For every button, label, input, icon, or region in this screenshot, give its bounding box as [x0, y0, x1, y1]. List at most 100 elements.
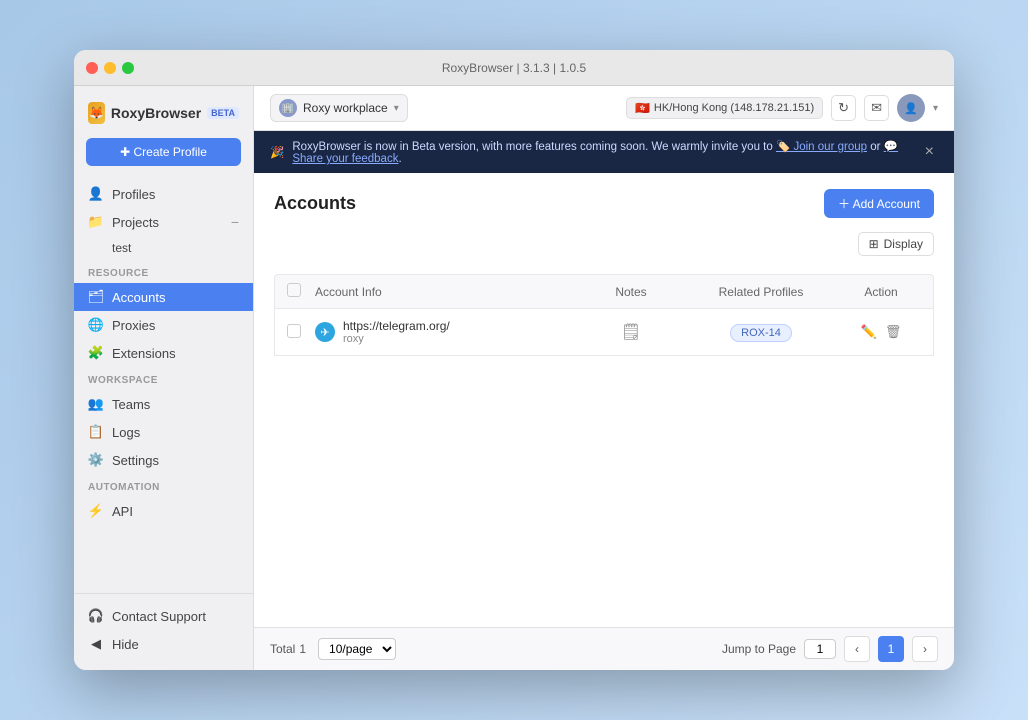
notification-banner: 🎉 RoxyBrowser is now in Beta version, wi… [254, 131, 954, 173]
account-actions: ✏️ 🗑 [841, 324, 921, 340]
sidebar-item-label-projects: Projects [112, 215, 159, 230]
sidebar-item-contact-support[interactable]: 🎧 Contact Support [74, 602, 253, 630]
sidebar-item-hide[interactable]: ◀ Hide [74, 630, 253, 658]
page-content: Accounts ＋ Add Account ⊞ Display Account… [254, 173, 954, 627]
account-user: roxy [343, 333, 450, 345]
next-icon: › [923, 642, 927, 656]
display-button[interactable]: ⊞ Display [858, 232, 934, 256]
sidebar-item-label-settings: Settings [112, 453, 159, 468]
current-page: 1 [888, 642, 895, 656]
sidebar-item-label-contact: Contact Support [112, 609, 206, 624]
content-area: 🏢 Roxy workplace ▾ 🇭🇰 HK/Hong Kong (148.… [254, 86, 954, 670]
row-checkbox[interactable] [287, 324, 301, 338]
titlebar: RoxyBrowser | 3.1.3 | 1.0.5 [74, 50, 954, 86]
account-profiles: ROX-14 [681, 325, 841, 339]
sidebar-item-label-profiles: Profiles [112, 187, 155, 202]
current-page-button[interactable]: 1 [878, 636, 904, 662]
location-text: HK/Hong Kong (148.178.21.151) [654, 102, 814, 114]
banner-close-button[interactable]: × [921, 143, 938, 161]
table-row: ✈ https://telegram.org/ roxy 🗒 ROX-14 [274, 309, 934, 356]
select-all-checkbox[interactable] [287, 283, 301, 297]
projects-icon: 📁 [88, 214, 104, 230]
topbar-right: 🇭🇰 HK/Hong Kong (148.178.21.151) ↻ ✉ 👤 ▾ [626, 94, 938, 122]
minimize-button[interactable] [104, 62, 116, 74]
sidebar-item-logs[interactable]: 📋 Logs [74, 418, 253, 446]
main-window: RoxyBrowser | 3.1.3 | 1.0.5 🦊 RoxyBrowse… [74, 50, 954, 670]
settings-icon: ⚙️ [88, 452, 104, 468]
page-header: Accounts ＋ Add Account [274, 189, 934, 218]
workspace-label: Roxy workplace [303, 101, 388, 115]
sidebar-sub-item-test[interactable]: test [74, 236, 253, 260]
close-button[interactable] [86, 62, 98, 74]
window-title: RoxyBrowser | 3.1.3 | 1.0.5 [442, 61, 586, 75]
sidebar-item-projects[interactable]: 📁 Projects − [74, 208, 253, 236]
sidebar-item-proxies[interactable]: 🌐 Proxies [74, 311, 253, 339]
account-notes: 🗒 [581, 322, 681, 342]
sidebar-item-accounts[interactable]: 🗂 Accounts [74, 283, 253, 311]
logo-icon: 🦊 [88, 102, 105, 124]
profile-tag[interactable]: ROX-14 [730, 324, 792, 342]
page-number-input[interactable] [804, 639, 836, 659]
display-icon: ⊞ [869, 237, 879, 251]
workspace-selector[interactable]: 🏢 Roxy workplace ▾ [270, 94, 408, 122]
topbar: 🏢 Roxy workplace ▾ 🇭🇰 HK/Hong Kong (148.… [254, 86, 954, 131]
col-header-action: Action [841, 285, 921, 299]
table-header: Account Info Notes Related Profiles Acti… [274, 274, 934, 309]
per-page-dropdown[interactable]: 10/page 20/page 50/page [318, 638, 396, 660]
add-account-button[interactable]: ＋ Add Account [824, 189, 934, 218]
section-label-resource: Resource [74, 260, 253, 283]
contact-support-icon: 🎧 [88, 608, 104, 624]
total-label: Total [270, 642, 295, 656]
flag-icon: 🇭🇰 [635, 101, 650, 115]
logo-text: RoxyBrowser [111, 105, 201, 121]
teams-icon: 👥 [88, 396, 104, 412]
collapse-icon[interactable]: − [231, 214, 239, 230]
profiles-icon: 👤 [88, 186, 104, 202]
sidebar-item-label-api: API [112, 504, 133, 519]
sidebar-item-label-extensions: Extensions [112, 346, 176, 361]
banner-text: RoxyBrowser is now in Beta version, with… [292, 139, 912, 165]
extensions-icon: 🧩 [88, 345, 104, 361]
pagination: Jump to Page ‹ 1 › [722, 636, 938, 662]
prev-icon: ‹ [855, 642, 859, 656]
location-badge: 🇭🇰 HK/Hong Kong (148.178.21.151) [626, 97, 823, 119]
next-page-button[interactable]: › [912, 636, 938, 662]
join-group-link[interactable]: 🏷️ Join our group [776, 141, 867, 153]
sidebar-item-api[interactable]: ⚡ API [74, 497, 253, 525]
beta-badge: BETA [207, 107, 239, 119]
per-page-select[interactable]: 10/page 20/page 50/page [318, 638, 396, 660]
col-header-notes: Notes [581, 285, 681, 299]
sidebar-item-extensions[interactable]: 🧩 Extensions [74, 339, 253, 367]
sidebar-item-teams[interactable]: 👥 Teams [74, 390, 253, 418]
edit-icon[interactable]: ✏️ [861, 324, 877, 340]
sidebar-item-label-hide: Hide [112, 637, 139, 652]
telegram-icon: ✈ [315, 322, 335, 342]
total-count: 1 [299, 642, 306, 656]
refresh-button[interactable]: ↻ [831, 95, 856, 121]
create-profile-button[interactable]: ✚ Create Profile [86, 138, 241, 166]
section-label-automation: Automation [74, 474, 253, 497]
dropdown-arrow-icon[interactable]: ▾ [933, 103, 938, 114]
sidebar-item-label-logs: Logs [112, 425, 140, 440]
maximize-button[interactable] [122, 62, 134, 74]
sidebar: 🦊 RoxyBrowser BETA ✚ Create Profile 👤 Pr… [74, 86, 254, 670]
api-icon: ⚡ [88, 503, 104, 519]
avatar-button[interactable]: 👤 [897, 94, 925, 122]
logs-icon: 📋 [88, 424, 104, 440]
mail-button[interactable]: ✉ [864, 95, 889, 121]
col-header-profiles: Related Profiles [681, 285, 841, 299]
logo-area: 🦊 RoxyBrowser BETA [74, 98, 253, 138]
accounts-icon: 🗂 [88, 289, 104, 305]
sidebar-bottom: 🎧 Contact Support ◀ Hide [74, 593, 253, 658]
sidebar-item-settings[interactable]: ⚙️ Settings [74, 446, 253, 474]
footer: Total 1 10/page 20/page 50/page Jump to … [254, 627, 954, 670]
workspace-icon: 🏢 [279, 99, 297, 117]
note-icon[interactable]: 🗒 [621, 324, 641, 341]
delete-icon[interactable]: 🗑 [885, 324, 902, 340]
prev-page-button[interactable]: ‹ [844, 636, 870, 662]
avatar-icon: 👤 [904, 102, 918, 115]
sidebar-item-profiles[interactable]: 👤 Profiles [74, 180, 253, 208]
sidebar-item-label-accounts: Accounts [112, 290, 165, 305]
col-header-account: Account Info [315, 285, 581, 299]
page-title: Accounts [274, 193, 356, 214]
